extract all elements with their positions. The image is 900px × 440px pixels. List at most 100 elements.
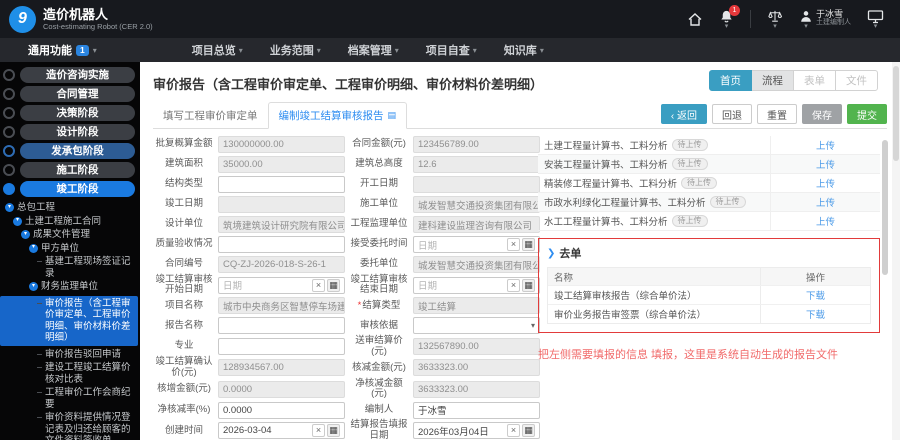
tree-item-5[interactable]: ▾ 财务监理单位 xyxy=(0,280,140,294)
form-field-label-13: 委托单位 xyxy=(359,258,398,270)
tree-item-7[interactable]: 审价报告驳回申请 xyxy=(0,348,140,362)
upload-link-3[interactable]: 上传 xyxy=(816,195,835,209)
clear-icon[interactable]: × xyxy=(507,238,520,251)
user-name: 于冰雪 xyxy=(816,9,844,19)
tree-item-3[interactable]: ▾ 甲方单位 xyxy=(0,242,140,256)
form-field-label-17: *结算类型 xyxy=(357,299,401,311)
tree-node-toggle-icon[interactable]: ▾ xyxy=(5,203,14,212)
home-icon[interactable] xyxy=(687,12,703,27)
view-button-2[interactable]: 表单 xyxy=(793,70,836,91)
tree-item-0[interactable]: ▾ 总包工程 xyxy=(0,201,140,215)
tree-node-toggle-icon[interactable]: ▾ xyxy=(21,230,30,239)
notifications-bell-icon[interactable]: 1 ▾ xyxy=(719,5,740,30)
organization-scales-icon[interactable]: ▾ xyxy=(767,9,783,30)
tree-item-8[interactable]: 建设工程竣工结算价核对比表 xyxy=(0,361,140,386)
upload-link-1[interactable]: 上传 xyxy=(816,157,835,171)
download-link-1[interactable]: 下载 xyxy=(806,307,825,321)
upload-link-4[interactable]: 上传 xyxy=(816,214,835,228)
upload-item-name: 精装修工程量计算书、工料分析 待上传 xyxy=(538,176,770,190)
stage-circle xyxy=(3,163,15,176)
nav-item-4[interactable]: 知识库 ▾ xyxy=(504,42,544,58)
stage-row-4: 发承包阶段 xyxy=(0,141,140,160)
calendar-icon[interactable]: ▦ xyxy=(522,238,535,251)
sidebar-stage-6[interactable]: 竣工阶段 xyxy=(20,180,135,197)
action-button-2[interactable]: 重置 xyxy=(757,104,797,124)
calendar-icon[interactable]: ▦ xyxy=(522,424,535,438)
tree-node-toggle-icon[interactable]: ▾ xyxy=(29,243,38,253)
nav-item-1[interactable]: 业务范围 ▾ xyxy=(270,42,321,58)
view-button-3[interactable]: 文件 xyxy=(835,70,878,91)
form-field-input-15[interactable]: 日期 × ▦ xyxy=(413,276,540,294)
sidebar-stage-3[interactable]: 设计阶段 xyxy=(20,123,135,140)
upload-link-0[interactable]: 上传 xyxy=(816,138,835,152)
form-field-input-11[interactable]: 日期 × ▦ xyxy=(413,236,540,253)
form-field-input-4[interactable] xyxy=(218,176,345,193)
calendar-icon[interactable]: ▦ xyxy=(522,278,535,292)
tree-item-2[interactable]: ▾ 成果文件管理 xyxy=(0,228,140,242)
view-button-0[interactable]: 首页 xyxy=(709,70,752,91)
monitor-icon[interactable]: ▾ xyxy=(867,9,884,30)
form-field-label-28: 创建时间 xyxy=(164,424,203,436)
upload-item-name: 市政水利绿化工程量计算书、工料分析 待上传 xyxy=(538,195,770,209)
upload-row-3: 市政水利绿化工程量计算书、工料分析 待上传 上传 xyxy=(538,193,880,212)
stage-circle xyxy=(3,68,15,81)
page-scrollbar-thumb[interactable] xyxy=(893,66,899,161)
tree-item-9[interactable]: 工程审价工作会商纪要 xyxy=(0,386,140,411)
nav-item-2[interactable]: 档案管理 ▾ xyxy=(348,42,399,58)
form-field-input-26[interactable]: 0.0000 xyxy=(218,401,345,419)
calendar-icon[interactable]: ▦ xyxy=(327,424,340,438)
tab-1[interactable]: 编制竣工结算审核报告 ▤ xyxy=(267,102,408,129)
sidebar-stage-4[interactable]: 发承包阶段 xyxy=(20,142,135,159)
form-field-input-18[interactable] xyxy=(218,317,345,335)
sidebar-stage-0[interactable]: 造价咨询实施 xyxy=(20,66,135,83)
form-field-input-27[interactable]: 于冰雪 xyxy=(413,401,540,419)
form-field-label-2: 建筑面积 xyxy=(164,158,203,170)
form-field-input-10[interactable] xyxy=(218,236,345,253)
nav-item-3[interactable]: 项目自查 ▾ xyxy=(426,42,477,58)
chevron-down-icon: ▾ xyxy=(873,23,878,30)
form-field-label-15: 竣工结算审核结束日期 xyxy=(350,273,408,296)
tree-connector xyxy=(37,367,42,368)
tree-item-1[interactable]: ▾ 土建工程施工合同 xyxy=(0,215,140,229)
form-field-input-20[interactable] xyxy=(218,338,345,356)
tree-node-toggle-icon[interactable]: ▾ xyxy=(13,216,22,226)
action-button-0[interactable]: ‹ 返回 xyxy=(660,104,707,124)
form-field-input-29[interactable]: 2026年03月04日 × ▦ xyxy=(413,422,540,440)
form-field-input-28[interactable]: 2026-03-04 × ▦ xyxy=(218,422,345,440)
clear-icon[interactable]: × xyxy=(507,278,520,292)
form-field-label-7: 施工单位 xyxy=(359,198,398,210)
view-button-1[interactable]: 流程 xyxy=(751,70,794,91)
nav-primary-label: 通用功能 xyxy=(28,45,72,57)
action-button-3[interactable]: 保存 xyxy=(802,104,842,124)
panel-scrollbar-thumb[interactable] xyxy=(882,140,888,275)
clear-icon[interactable]: × xyxy=(507,424,520,438)
page-scrollbar-track[interactable] xyxy=(892,62,900,440)
form-field-input-7: 城发智慧交通投资集团有限公司 xyxy=(413,196,540,213)
download-link-0[interactable]: 下载 xyxy=(806,288,825,302)
user-menu[interactable]: ▾ 于冰雪 土建编制人 xyxy=(799,9,851,30)
form-field-input-3: 12.6 xyxy=(413,156,540,173)
sidebar-stage-2[interactable]: 决策阶段 xyxy=(20,104,135,121)
tree-node-toggle-icon[interactable]: ▾ xyxy=(29,282,38,291)
calendar-icon[interactable]: ▦ xyxy=(327,278,340,292)
clear-icon[interactable]: × xyxy=(312,278,325,292)
nav-item-0[interactable]: 项目总览 ▾ xyxy=(192,42,243,58)
form-field-input-14[interactable]: 日期 × ▦ xyxy=(218,276,345,294)
tab-0[interactable]: 填写工程审价审定单 xyxy=(153,102,268,128)
tree-connector xyxy=(37,417,42,418)
action-button-4[interactable]: 提交 xyxy=(847,104,887,124)
form-field-input-13: 城发智慧交通投资集团有限公司 xyxy=(413,256,540,273)
tree-item-10[interactable]: 审价资料提供情况登记表及归还给顾客的文件资料签收单 xyxy=(0,411,140,440)
clear-icon[interactable]: × xyxy=(312,424,325,438)
form-field-input-19[interactable]: ▾ xyxy=(413,317,540,335)
sidebar-stage-1[interactable]: 合同管理 xyxy=(20,85,135,102)
nav-common-functions[interactable]: 通用功能 1 ▾ xyxy=(28,42,97,58)
tree-item-6[interactable]: 审价报告（含工程审价审定单、工程审价明细、审价材料价差明细） xyxy=(0,295,138,346)
upload-link-2[interactable]: 上传 xyxy=(816,176,835,190)
stage-row-5: 施工阶段 xyxy=(0,160,140,179)
tree-item-4[interactable]: 基建工程现场签证记录 xyxy=(0,255,140,280)
form-field-label-1: 合同金额(元) xyxy=(352,138,406,150)
form-field-label-12: 合同编号 xyxy=(164,258,203,270)
action-button-1[interactable]: 回退 xyxy=(712,104,752,124)
sidebar-stage-5[interactable]: 施工阶段 xyxy=(20,161,135,178)
